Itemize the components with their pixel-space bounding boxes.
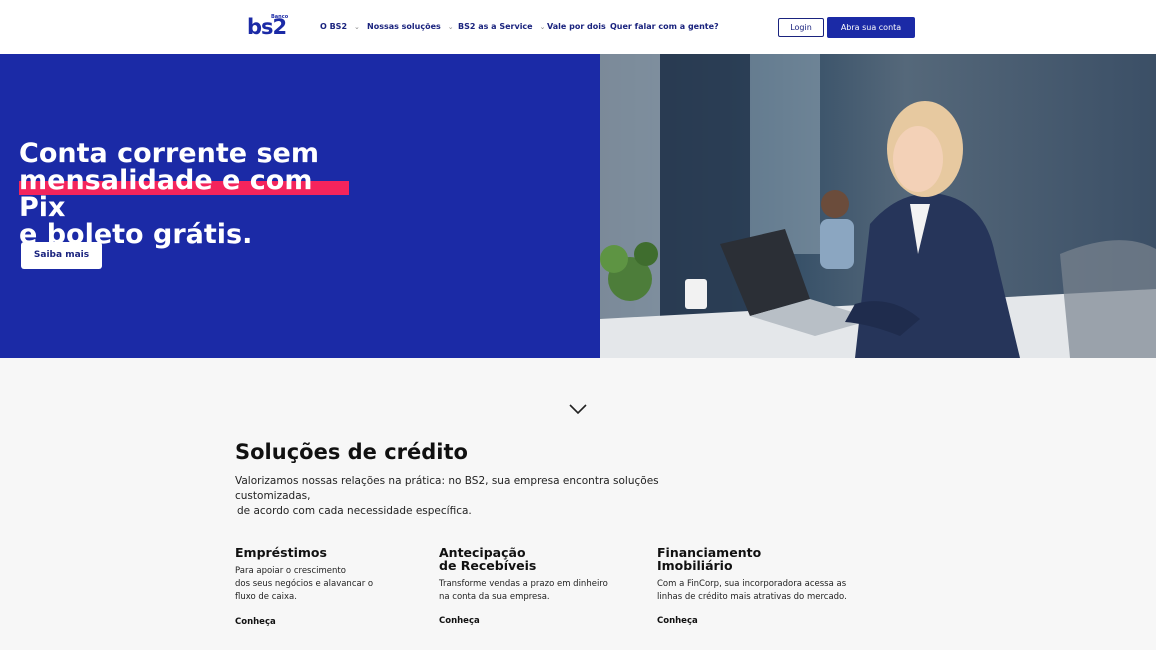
card-text: Para apoiar o crescimento dos seus negóc… [235, 565, 395, 604]
credit-section-title: Soluções de crédito [235, 440, 468, 464]
hero-title-line2: mensalidade e com Pix [19, 165, 313, 223]
credit-card-emprestimos: Empréstimos Para apoiar o crescimento do… [235, 546, 395, 604]
nav-item-o-bs2[interactable]: O BS2 ⌄ [320, 21, 360, 33]
conheca-link-antecipacao[interactable]: Conheça [439, 616, 480, 626]
credit-card-financiamento: Financiamento Imobiliário Com a FinCorp,… [657, 546, 867, 604]
credit-card-antecipacao: Antecipação de Recebíveis Transforme ven… [439, 546, 629, 604]
hero-title-highlight: mensalidade e com Pix [19, 167, 349, 221]
nav-item-nossas-solucoes[interactable]: Nossas soluções ⌄ [367, 21, 454, 33]
conheca-link-emprestimos[interactable]: Conheça [235, 617, 276, 627]
credit-section-description: Valorizamos nossas relações na prática: … [235, 474, 715, 519]
card-text-line: linhas de crédito mais atrativas do merc… [657, 592, 847, 602]
card-text-line: Com a FinCorp, sua incorporadora acessa … [657, 579, 847, 589]
nav-item-vale-por-dois[interactable]: Vale por dois [547, 21, 606, 33]
scroll-down-chevron-icon[interactable] [568, 402, 588, 416]
hero-banner: Conta corrente sem mensalidade e com Pix… [0, 54, 1156, 358]
nav-item-label: O BS2 [320, 22, 348, 31]
chevron-down-icon: ⌄ [354, 23, 360, 31]
card-text-line: Para apoiar o crescimento [235, 566, 346, 576]
top-header: Banco bs2 O BS2 ⌄ Nossas soluções ⌄ BS2 as… [0, 0, 1156, 54]
card-title: Empréstimos [235, 545, 327, 560]
nav-item-label: BS2 as a Service [458, 22, 533, 31]
open-account-button[interactable]: Abra sua conta [827, 17, 915, 38]
hero-photo-woman-laptop [600, 54, 1156, 358]
bs2-logo[interactable]: Banco bs2 [247, 14, 289, 40]
credit-desc-line1: Valorizamos nossas relações na prática: … [235, 475, 659, 502]
conheca-link-financiamento[interactable]: Conheça [657, 616, 698, 626]
nav-item-label: Quer falar com a gente? [610, 22, 719, 31]
nav-item-label: Nossas soluções [367, 22, 441, 31]
card-text: Com a FinCorp, sua incorporadora acessa … [657, 578, 867, 604]
saiba-mais-button[interactable]: Saiba mais [21, 242, 102, 269]
card-text-line: Transforme vendas a prazo em dinheiro [439, 579, 608, 589]
nav-item-label: Vale por dois [547, 22, 606, 31]
credit-desc-line2: de acordo com cada necessidade específic… [237, 505, 472, 517]
card-text-line: na conta da sua empresa. [439, 592, 550, 602]
logo-bs2-text: bs2 [247, 15, 287, 39]
chevron-down-icon: ⌄ [447, 23, 454, 31]
chevron-down-icon: ⌄ [539, 23, 546, 31]
nav-item-quer-falar[interactable]: Quer falar com a gente? [610, 21, 719, 33]
card-text-line: fluxo de caixa. [235, 592, 297, 602]
hero-photo-illustration [600, 54, 1156, 358]
card-title-line2: de Recebíveis [439, 558, 537, 573]
card-text-line: dos seus negócios e alavancar o [235, 579, 374, 589]
hero-title: Conta corrente sem mensalidade e com Pix… [19, 140, 349, 248]
card-title-line2: Imobiliário [657, 558, 733, 573]
hero-left-panel: Conta corrente sem mensalidade e com Pix… [0, 54, 600, 358]
nav-item-bs2-as-a-service[interactable]: BS2 as a Service ⌄ [458, 21, 545, 33]
card-text: Transforme vendas a prazo em dinheiro na… [439, 578, 629, 604]
hero-title-line1: Conta corrente sem [19, 138, 319, 169]
login-button[interactable]: Login [778, 18, 824, 37]
